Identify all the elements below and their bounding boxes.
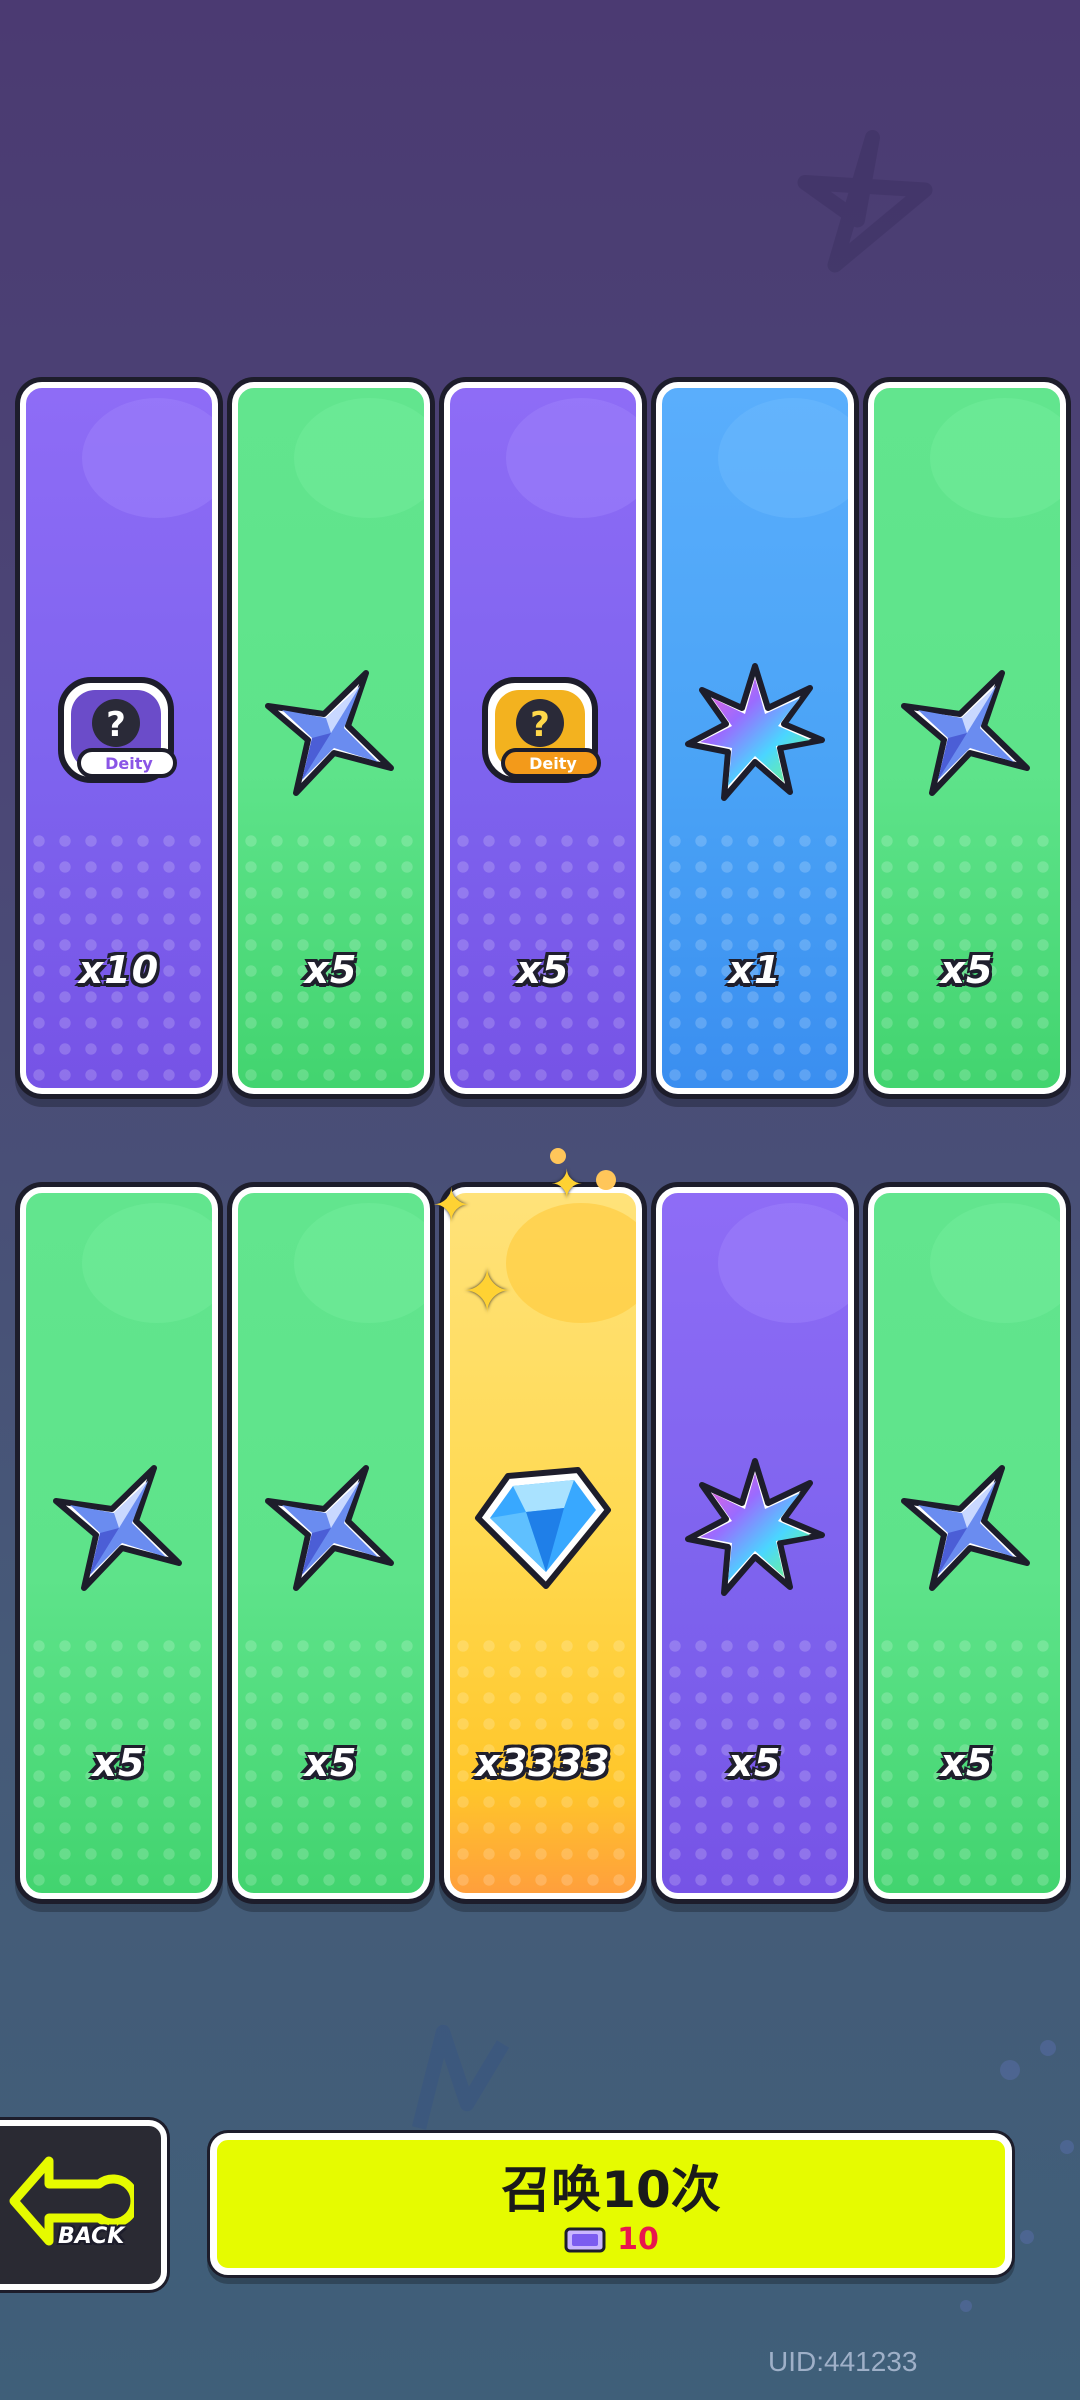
background-star-icon: [797, 130, 933, 273]
reward-card[interactable]: x5: [232, 1187, 430, 1899]
background-dot: [1040, 2040, 1056, 2056]
reward-count: x3333: [475, 1741, 611, 1785]
diamond-icon: [475, 1467, 611, 1589]
background-dot: [960, 2300, 972, 2312]
card-splash: [506, 398, 636, 518]
summon-cost-value: 10: [617, 2222, 659, 2257]
svg-text:Deity: Deity: [105, 754, 153, 773]
blue-star-crystal-icon: [901, 670, 1030, 796]
blue-star-crystal-icon: [901, 1465, 1030, 1591]
card-splash: [294, 1203, 424, 1323]
background-dot: [1020, 2230, 1034, 2244]
reward-card[interactable]: ? Deity x10: [20, 382, 218, 1094]
svg-text:Deity: Deity: [529, 754, 577, 773]
summon-10-button[interactable]: 召唤10次 10: [210, 2133, 1012, 2275]
reward-card[interactable]: x1: [656, 382, 854, 1094]
reward-count: x5: [940, 948, 994, 992]
back-button[interactable]: BACK: [0, 2120, 167, 2290]
card-splash: [82, 1203, 212, 1323]
card-splash: [82, 398, 212, 518]
reward-card[interactable]: x5: [868, 382, 1066, 1094]
reward-count: x1: [728, 948, 782, 992]
reward-count: x5: [304, 948, 358, 992]
back-label: BACK: [58, 2224, 125, 2249]
sparkle-dot: [596, 1170, 616, 1190]
background-dot: [1000, 2060, 1020, 2080]
background-dot: [1060, 2140, 1074, 2154]
sparkle-icon: ✦: [432, 1178, 471, 1232]
card-splash: [930, 398, 1060, 518]
card-splash: [718, 1203, 848, 1323]
reward-count: x5: [728, 1741, 782, 1785]
deity-ticket-purple-icon: ? Deity: [58, 677, 177, 783]
card-splash: [294, 398, 424, 518]
rainbow-leaf-icon: [685, 663, 825, 801]
blue-star-crystal-icon: [53, 1465, 182, 1591]
rainbow-leaf-icon: [685, 1458, 825, 1596]
svg-text:?: ?: [106, 705, 126, 745]
blue-star-crystal-icon: [265, 1465, 394, 1591]
reward-count: x5: [304, 1741, 358, 1785]
reward-card[interactable]: x5: [232, 382, 430, 1094]
card-splash: [930, 1203, 1060, 1323]
reward-count: x10: [78, 948, 160, 992]
reward-count: x5: [516, 948, 570, 992]
reward-card[interactable]: x5: [20, 1187, 218, 1899]
reward-card[interactable]: ? Deity x5: [444, 382, 642, 1094]
blue-star-crystal-icon: [265, 670, 394, 796]
user-id: UID:441233: [768, 2346, 918, 2377]
sparkle-icon: ✦: [462, 1257, 513, 1327]
summon-cost: 10: [217, 2222, 1005, 2257]
summon-label: 召唤10次: [501, 2161, 721, 2219]
reward-count: x5: [940, 1741, 994, 1785]
background-star-icon: [412, 2024, 510, 2130]
sparkle-dot: [550, 1148, 566, 1164]
reward-count: x5: [92, 1741, 146, 1785]
ticket-icon: [564, 2227, 606, 2252]
card-splash: [718, 398, 848, 518]
reward-card[interactable]: x5: [868, 1187, 1066, 1899]
sparkle-icon: ✦: [550, 1162, 584, 1208]
card-splash: [506, 1203, 636, 1323]
deity-ticket-gold-icon: ? Deity: [482, 677, 601, 783]
svg-text:?: ?: [530, 705, 550, 745]
reward-card[interactable]: x5: [656, 1187, 854, 1899]
